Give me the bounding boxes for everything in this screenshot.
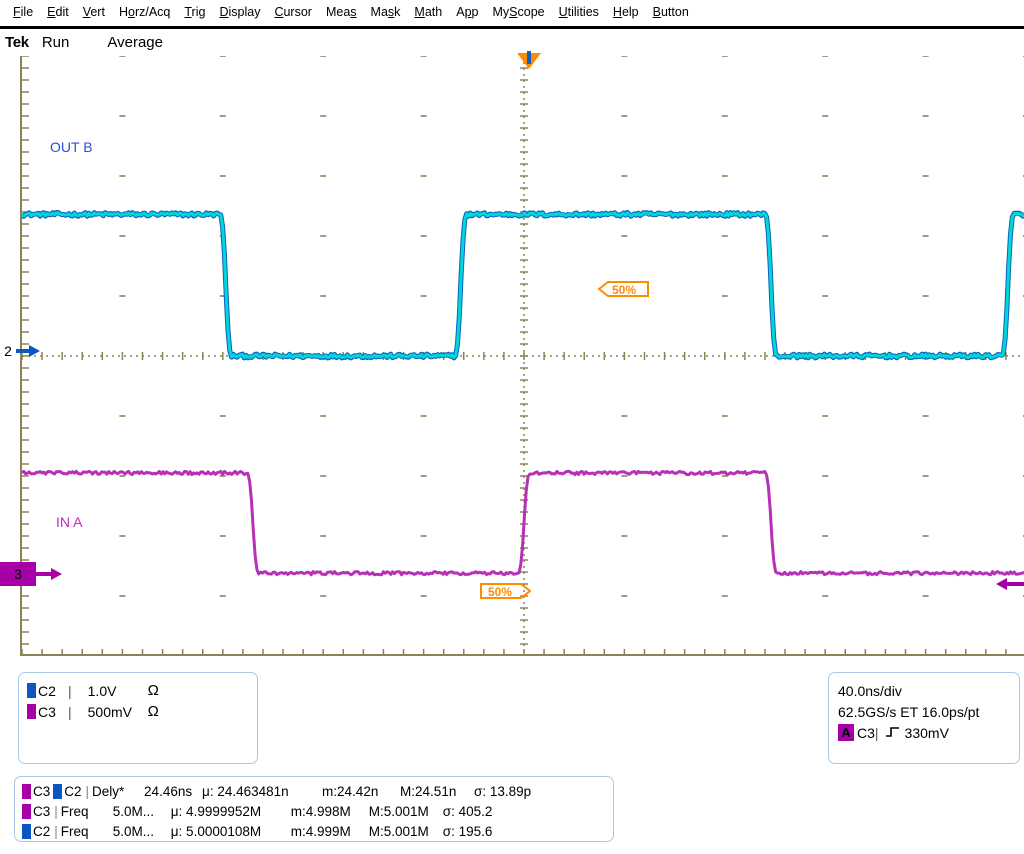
table-row[interactable]: C3 C2 | Dely* 24.46ns μ: 24.463481n m:24… (22, 781, 613, 801)
measurement-max: M:5.001M (369, 824, 443, 839)
source1-color-swatch (22, 784, 31, 799)
measurement-min: m:4.999M (291, 824, 369, 839)
measurement-mean: μ: 24.463481n (202, 784, 322, 799)
channel2-scale[interactable]: 1.0V (74, 683, 148, 699)
menu-item-app[interactable]: App (449, 5, 485, 19)
measurement-stddev: σ: 195.6 (443, 824, 511, 839)
menu-item-meas[interactable]: Meas (319, 5, 364, 19)
trigger-a-badge: A (838, 724, 854, 741)
menu-item-trig[interactable]: Trig (177, 5, 212, 19)
measurement-stddev: σ: 13.89p (474, 784, 542, 799)
source1-label: C3 (33, 784, 50, 799)
trigger-settings-row[interactable]: A C3 | 330mV (838, 722, 1019, 743)
menu-item-edit[interactable]: Edit (40, 5, 76, 19)
trigger-position-marker[interactable] (515, 51, 543, 73)
acq-mode-label[interactable]: Average (69, 34, 163, 51)
menu-item-utilities[interactable]: Utilities (552, 5, 606, 19)
menu-item-vert[interactable]: Vert (76, 5, 112, 19)
trigger-level[interactable]: 330mV (905, 725, 949, 741)
graticule-grid (22, 56, 1024, 656)
channel2-ground-arrow-icon (16, 342, 42, 360)
menu-item-mask[interactable]: Mask (364, 5, 408, 19)
channel2-label: C2 (38, 683, 68, 699)
run-state-label[interactable]: Run (29, 34, 70, 51)
source2-color-swatch (53, 784, 62, 799)
channel-row[interactable]: C2 | 1.0V Ω (27, 680, 257, 701)
channel2-coupling-icon[interactable]: Ω (148, 682, 159, 699)
channel3-color-swatch (27, 704, 36, 719)
channel-settings-box: C2 | 1.0V Ω C3 | 500mV Ω (18, 672, 258, 764)
trigger-source[interactable]: C3 (857, 725, 875, 741)
trace-label-channel3: IN A (56, 514, 82, 530)
channel-row[interactable]: C3 | 500mV Ω (27, 701, 257, 722)
table-row[interactable]: C3 | Freq 5.0M... μ: 4.9999952M m:4.998M… (22, 801, 613, 821)
channel2-ground-marker[interactable]: 2 (0, 342, 42, 360)
menu-item-button[interactable]: Button (646, 5, 696, 19)
menu-item-math[interactable]: Math (407, 5, 449, 19)
channel3-coupling-icon[interactable]: Ω (148, 703, 159, 720)
measurement-min: m:4.998M (291, 804, 369, 819)
source-divider: | (54, 804, 58, 819)
channel2-number: 2 (0, 343, 16, 359)
measurement-max: M:24.51n (400, 784, 474, 799)
measurement-type: Freq (61, 824, 107, 839)
measurement-stddev: σ: 405.2 (443, 804, 511, 819)
svg-text:50%: 50% (488, 585, 512, 599)
menu-item-horz-acq[interactable]: Horz/Acq (112, 5, 177, 19)
measurement-value: 24.46ns (138, 784, 202, 799)
source1-label: C3 (33, 804, 50, 819)
measurement-sources: C3 C2 | (22, 784, 92, 799)
cursor-marker-50-percent-channel3[interactable]: 50% (479, 580, 531, 602)
source1-label: C2 (33, 824, 50, 839)
measurement-mean: μ: 5.0000108M (171, 824, 291, 839)
waveform-display-area[interactable]: OUT B IN A 50% 50% (20, 56, 1024, 656)
trigger-cursor-bar: | (875, 725, 879, 741)
measurement-value: 5.0M... (107, 804, 171, 819)
graticule: OUT B IN A 50% 50% (20, 56, 1024, 656)
trace-label-channel2: OUT B (50, 139, 93, 155)
menu-item-display[interactable]: Display (212, 5, 267, 19)
measurement-results-box: C3 C2 | Dely* 24.46ns μ: 24.463481n m:24… (14, 776, 614, 842)
menu-item-help[interactable]: Help (606, 5, 646, 19)
source-divider: | (54, 824, 58, 839)
measurement-max: M:5.001M (369, 804, 443, 819)
channel3-cursor-bar: | (68, 704, 72, 720)
measurement-sources: C3 | (22, 804, 61, 819)
menu-bar: File Edit Vert Horz/Acq Trig Display Cur… (0, 0, 1024, 24)
source-divider: | (86, 784, 90, 799)
menu-divider (0, 26, 1024, 29)
svg-text:50%: 50% (612, 283, 636, 297)
brand-logo: Tek (0, 34, 29, 51)
time-per-division[interactable]: 40.0ns/div (838, 680, 1019, 701)
channel3-ground-arrow-icon (36, 565, 64, 583)
menu-item-cursor[interactable]: Cursor (267, 5, 319, 19)
channel3-right-edge-arrow (996, 575, 1024, 593)
source1-color-swatch (22, 804, 31, 819)
timebase-trigger-box: 40.0ns/div 62.5GS/s ET 16.0ps/pt A C3 | … (828, 672, 1020, 764)
channel3-label: C3 (38, 704, 68, 720)
measurement-type: Freq (61, 804, 107, 819)
sample-rate: 62.5GS/s ET 16.0ps/pt (838, 701, 1019, 722)
measurement-sources: C2 | (22, 824, 61, 839)
measurement-type: Dely* (92, 784, 138, 799)
channel3-scale[interactable]: 500mV (74, 704, 148, 720)
source2-label: C2 (64, 784, 81, 799)
measurement-mean: μ: 4.9999952M (171, 804, 291, 819)
menu-item-myscope[interactable]: MyScope (485, 5, 551, 19)
menu-item-file[interactable]: File (6, 5, 40, 19)
channel2-cursor-bar: | (68, 683, 72, 699)
cursor-marker-50-percent-channel2[interactable]: 50% (598, 278, 650, 300)
status-bar: Tek Run Average (0, 32, 1024, 52)
table-row[interactable]: C2 | Freq 5.0M... μ: 5.0000108M m:4.999M… (22, 821, 613, 841)
channel3-number: 3 (0, 562, 36, 586)
measurement-min: m:24.42n (322, 784, 400, 799)
channel3-ground-marker[interactable]: 3 (0, 562, 64, 586)
measurement-value: 5.0M... (107, 824, 171, 839)
channel2-color-swatch (27, 683, 36, 698)
source1-color-swatch (22, 824, 31, 839)
trigger-rising-slope-icon (885, 725, 900, 741)
